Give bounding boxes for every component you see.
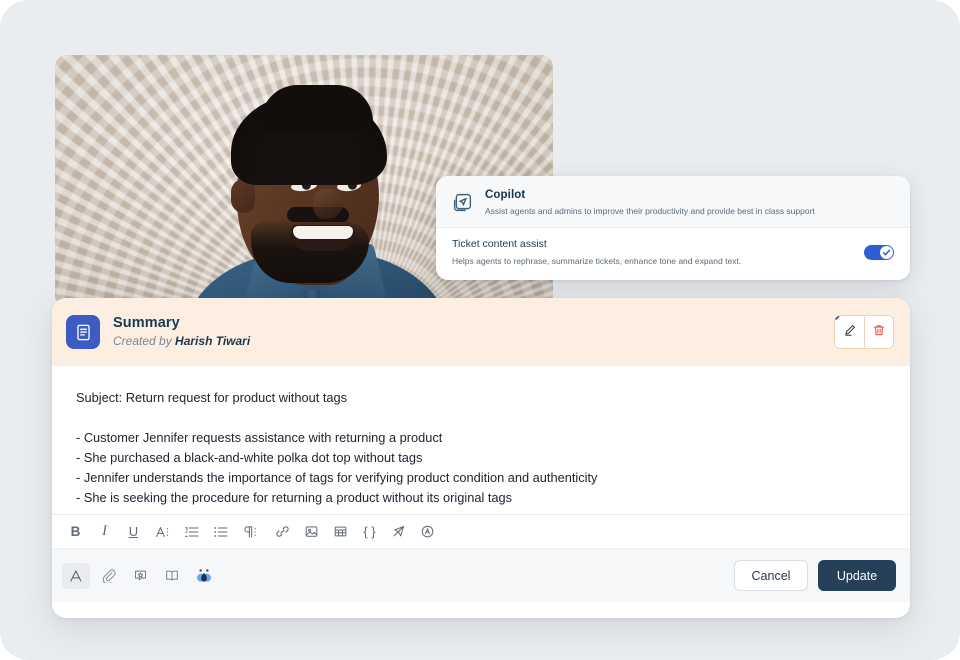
editor-bottom-toolbar: Cancel Update xyxy=(52,548,910,602)
paragraph-style-icon[interactable] xyxy=(236,519,263,545)
ordered-list-icon[interactable] xyxy=(178,519,205,545)
undo-icon[interactable] xyxy=(414,519,441,545)
copilot-icon xyxy=(452,192,473,218)
update-button[interactable]: Update xyxy=(818,560,896,591)
document-summary-icon xyxy=(66,315,100,349)
copilot-panel-header: Copilot Assist agents and admins to impr… xyxy=(436,176,910,228)
delete-button[interactable] xyxy=(864,316,893,348)
summary-editor-card: Summary Created by Harish Tiwari Edit xyxy=(52,298,910,618)
rich-text-format-toolbar: B I U {} xyxy=(52,514,910,548)
attachment-icon[interactable] xyxy=(94,563,122,589)
copilot-title: Copilot xyxy=(485,189,526,201)
italic-icon[interactable]: I xyxy=(91,519,118,545)
link-icon[interactable] xyxy=(269,519,296,545)
ticket-content-assist-description: Helps agents to rephrase, summarize tick… xyxy=(452,256,742,266)
bold-icon[interactable]: B xyxy=(62,519,89,545)
hair-top xyxy=(261,85,373,133)
summary-bullet: - She purchased a black-and-white polka … xyxy=(76,450,423,465)
copilot-settings-panel: Copilot Assist agents and admins to impr… xyxy=(436,176,910,280)
font-size-icon[interactable] xyxy=(149,519,176,545)
summary-bullet: - Customer Jennifer requests assistance … xyxy=(76,430,443,445)
summary-header: Summary Created by Harish Tiwari Edit xyxy=(52,298,910,366)
check-icon xyxy=(882,244,891,262)
code-icon[interactable]: { } xyxy=(356,519,383,545)
header-action-group: Edit xyxy=(834,315,894,349)
ticket-content-assist-toggle[interactable] xyxy=(864,245,894,260)
summary-subject-line: Subject: Return request for product with… xyxy=(76,390,348,405)
image-icon[interactable] xyxy=(298,519,325,545)
table-icon[interactable] xyxy=(327,519,354,545)
copilot-subtitle: Assist agents and admins to improve thei… xyxy=(485,206,815,216)
cancel-button[interactable]: Cancel xyxy=(734,560,808,591)
text-format-icon[interactable] xyxy=(62,562,90,589)
unlink-icon[interactable] xyxy=(385,519,412,545)
created-by-line: Created by Harish Tiwari xyxy=(113,333,250,350)
unordered-list-icon[interactable] xyxy=(207,519,234,545)
summary-bullet: - She is seeking the procedure for retur… xyxy=(76,490,513,505)
app-canvas: Copilot Assist agents and admins to impr… xyxy=(0,0,960,660)
knowledge-base-icon[interactable] xyxy=(158,563,186,589)
canned-response-icon[interactable] xyxy=(126,563,154,589)
ticket-content-assist-row: Ticket content assist Helps agents to re… xyxy=(436,228,910,268)
trash-icon xyxy=(872,323,886,342)
copilot-assist-icon[interactable] xyxy=(190,563,218,589)
summary-body[interactable]: Subject: Return request for product with… xyxy=(52,366,910,514)
underline-icon[interactable]: U xyxy=(120,519,147,545)
summary-bullet: - Jennifer understands the importance of… xyxy=(76,470,598,485)
created-by-name: Harish Tiwari xyxy=(175,334,251,348)
created-by-prefix: Created by xyxy=(113,334,172,348)
page-title: Summary xyxy=(113,315,180,331)
toggle-knob xyxy=(880,246,893,259)
edit-button[interactable] xyxy=(835,316,864,348)
mouth xyxy=(291,225,355,251)
pencil-icon xyxy=(843,323,857,342)
summary-text-block: Summary Created by Harish Tiwari xyxy=(113,314,250,350)
ticket-content-assist-label: Ticket content assist xyxy=(452,238,547,250)
teeth xyxy=(293,226,353,239)
